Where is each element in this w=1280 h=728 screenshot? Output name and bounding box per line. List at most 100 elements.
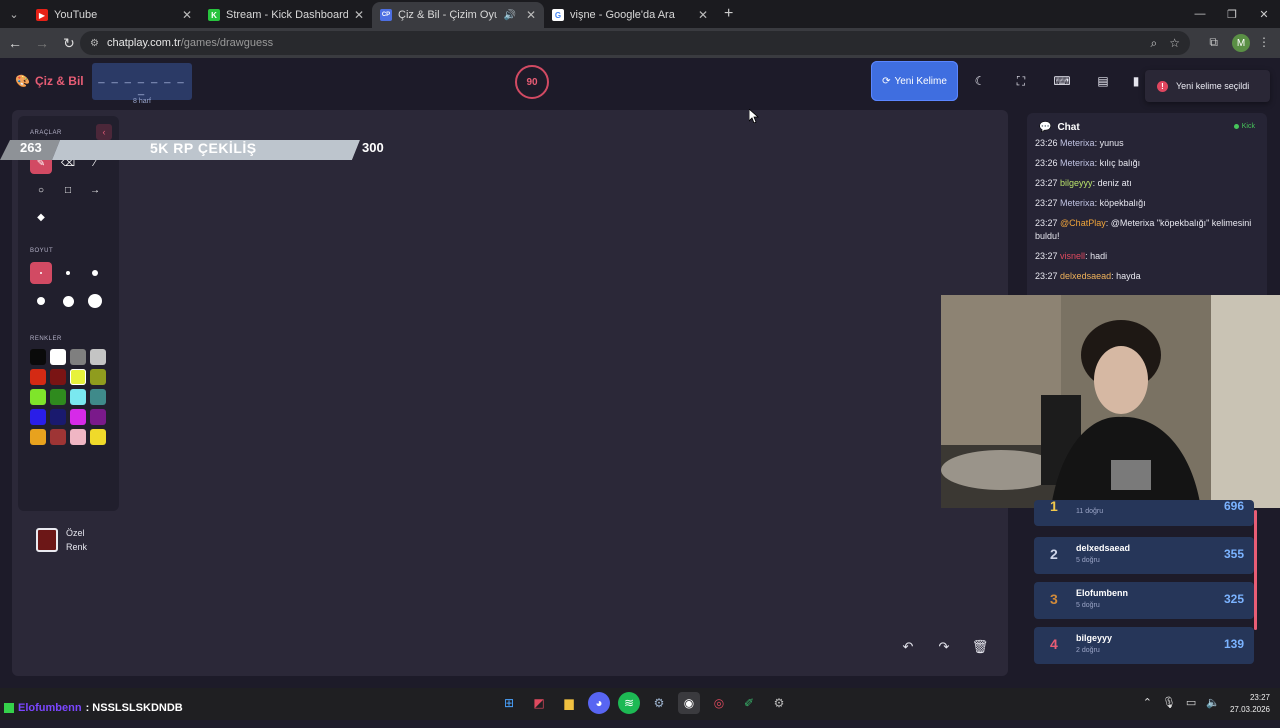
new-word-label: Yeni Kelime xyxy=(894,75,947,87)
color-swatch[interactable] xyxy=(90,429,106,445)
minimize-icon[interactable]: — xyxy=(1184,0,1216,28)
color-swatch[interactable] xyxy=(90,389,106,405)
keyboard-icon[interactable]: ⌨ xyxy=(1047,68,1077,94)
tab-search-button[interactable]: ⌄ xyxy=(0,0,28,28)
size-2-button[interactable] xyxy=(57,262,79,284)
system-clock[interactable]: 23:27 27.03.2026 xyxy=(1230,692,1270,716)
new-word-button[interactable]: ⟳ Yeni Kelime xyxy=(871,61,958,101)
fullscreen-icon[interactable]: ⛶ xyxy=(1006,68,1036,94)
chat-message: 23:26 Meterixa: kılıç balığı xyxy=(1035,157,1257,170)
size-5-button[interactable] xyxy=(57,290,79,312)
close-window-icon[interactable]: ✕ xyxy=(1248,0,1280,28)
custom-color-picker[interactable]: Özel Renk xyxy=(36,526,87,554)
banner-right-value: 300 xyxy=(362,140,384,155)
redo-icon[interactable]: ↷ xyxy=(930,636,958,658)
chat-username[interactable]: bilgeyyy xyxy=(1060,178,1093,188)
restore-icon[interactable]: ❐ xyxy=(1216,0,1248,28)
color-swatch[interactable] xyxy=(30,409,46,425)
leaderboard-score: 355 xyxy=(1223,547,1244,561)
forward-icon[interactable]: → xyxy=(30,31,54,55)
tab-youtube[interactable]: ▶ YouTube ✕ xyxy=(28,2,200,28)
close-tab-icon[interactable]: ✕ xyxy=(698,8,708,22)
color-swatch[interactable] xyxy=(30,349,46,365)
reload-icon[interactable]: ↻ xyxy=(57,31,81,55)
fill-bucket-icon[interactable]: ◆ xyxy=(30,206,52,228)
tab-google-search[interactable]: G vişne - Google'da Ara ✕ xyxy=(544,2,716,28)
chat-username[interactable]: delxedsaead xyxy=(1060,271,1111,281)
size-3-button[interactable] xyxy=(84,262,106,284)
tab-ciz-bil[interactable]: CP Çiz & Bil - Çizim Oyunu 🔊 ✕ xyxy=(372,2,544,28)
extensions-icon[interactable]: ⧉ xyxy=(1209,35,1218,50)
recorder-icon[interactable]: ◎ xyxy=(708,692,730,714)
chat-username[interactable]: Meterixa xyxy=(1060,158,1095,168)
folder-icon[interactable]: ▆ xyxy=(558,692,580,714)
color-swatch[interactable] xyxy=(90,409,106,425)
profile-avatar[interactable]: M xyxy=(1232,34,1250,52)
game-logo[interactable]: 🎨 Çiz & Bil xyxy=(15,74,84,88)
close-tab-icon[interactable]: ✕ xyxy=(182,8,192,22)
volume-icon[interactable]: 🔈 xyxy=(1206,696,1220,709)
more-icon[interactable]: ▮ xyxy=(1126,68,1146,94)
size-4-button[interactable] xyxy=(30,290,52,312)
display-icon[interactable]: ▭ xyxy=(1186,696,1196,709)
steam-icon[interactable]: ⚙ xyxy=(648,692,670,714)
window-controls: — ❐ ✕ xyxy=(1184,0,1280,28)
windows-start-icon[interactable]: ⊞ xyxy=(498,692,520,714)
color-swatch[interactable] xyxy=(30,389,46,405)
dark-mode-icon[interactable]: ☾ xyxy=(965,68,995,94)
chrome-icon[interactable]: ◉ xyxy=(678,692,700,714)
color-swatch[interactable] xyxy=(50,389,66,405)
color-swatch[interactable] xyxy=(90,349,106,365)
chat-username[interactable]: @ChatPlay xyxy=(1060,218,1106,228)
speaker-icon[interactable]: 🔊 xyxy=(503,10,515,21)
undo-icon[interactable]: ↶ xyxy=(894,636,922,658)
spotify-icon[interactable]: ≋ xyxy=(618,692,640,714)
leaderboard-scrollbar[interactable] xyxy=(1254,510,1257,630)
arrow-tool-icon[interactable]: → xyxy=(84,179,106,201)
microphone-icon[interactable]: 🎙 xyxy=(1162,696,1176,709)
chat-username[interactable]: Meterixa xyxy=(1060,138,1095,148)
size-1-button[interactable] xyxy=(30,262,52,284)
chevron-up-icon[interactable]: ⌃ xyxy=(1143,696,1152,709)
rectangle-tool-icon[interactable]: □ xyxy=(57,179,79,201)
chat-time: 23:26 xyxy=(1035,138,1058,148)
close-tab-icon[interactable]: ✕ xyxy=(526,8,536,22)
chat-username[interactable]: visnell xyxy=(1060,251,1085,261)
url-field[interactable]: ⚙ chatplay.com.tr/games/drawguess ⌕ ☆ xyxy=(80,31,1190,55)
color-swatch[interactable] xyxy=(50,409,66,425)
drawing-canvas[interactable] xyxy=(12,110,1008,676)
close-tab-icon[interactable]: ✕ xyxy=(354,8,364,22)
tab-kick-dashboard[interactable]: K Stream - Kick Dashboard ✕ xyxy=(200,2,372,28)
editor-icon[interactable]: ✐ xyxy=(738,692,760,714)
color-swatch[interactable] xyxy=(70,409,86,425)
zoom-icon[interactable]: ⌕ xyxy=(1151,36,1158,51)
new-tab-icon[interactable]: + xyxy=(724,5,733,23)
size-6-button[interactable] xyxy=(84,290,106,312)
color-swatch[interactable] xyxy=(30,429,46,445)
settings-icon[interactable]: ⚙ xyxy=(768,692,790,714)
chat-username[interactable]: Meterixa xyxy=(1060,198,1095,208)
app-icon[interactable]: ◩ xyxy=(528,692,550,714)
toast-notification: ! Yeni kelime seçildi xyxy=(1145,70,1270,102)
circle-tool-icon[interactable]: ○ xyxy=(30,179,52,201)
archive-icon[interactable]: ▤ xyxy=(1088,68,1118,94)
chat-message-list[interactable]: 23:26 Meterixa: yunus 23:26 Meterixa: kıl… xyxy=(1035,137,1257,290)
color-swatch[interactable] xyxy=(50,429,66,445)
color-swatch[interactable] xyxy=(70,389,86,405)
color-swatch[interactable] xyxy=(70,429,86,445)
collapse-panel-icon[interactable]: ‹ xyxy=(96,124,112,140)
color-swatch[interactable] xyxy=(70,369,86,385)
color-swatch[interactable] xyxy=(50,349,66,365)
trash-icon[interactable]: 🗑 xyxy=(966,636,994,658)
discord-icon[interactable]: ◕ xyxy=(588,692,610,714)
custom-color-swatch[interactable] xyxy=(36,528,58,552)
bookmark-star-icon[interactable]: ☆ xyxy=(1169,36,1180,51)
color-swatch[interactable] xyxy=(30,369,46,385)
site-info-icon[interactable]: ⚙ xyxy=(90,38,99,49)
chat-text: : hayda xyxy=(1111,271,1141,281)
browser-menu-icon[interactable]: ⋮ xyxy=(1258,35,1270,49)
color-swatch[interactable] xyxy=(70,349,86,365)
back-icon[interactable]: ← xyxy=(3,31,27,55)
color-swatch[interactable] xyxy=(90,369,106,385)
color-swatch[interactable] xyxy=(50,369,66,385)
